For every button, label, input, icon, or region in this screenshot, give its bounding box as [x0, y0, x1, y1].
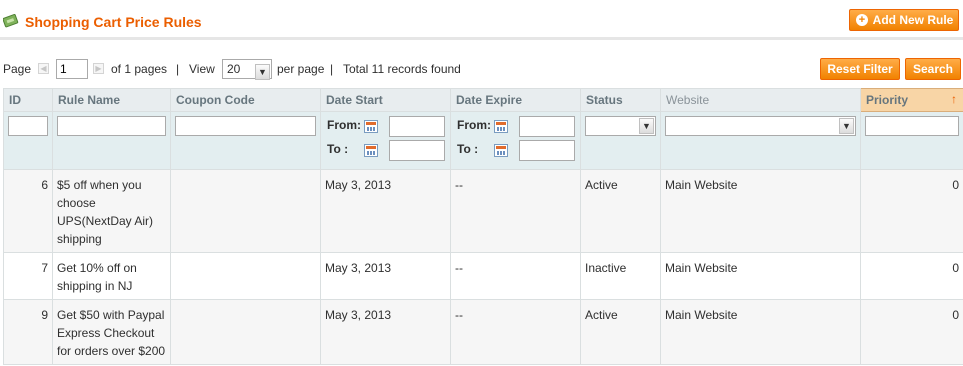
filter-rule-name-input[interactable]: [57, 116, 166, 136]
plus-circle-icon: +: [856, 14, 868, 26]
column-header-status[interactable]: Status: [580, 88, 661, 112]
filter-id-cell: [3, 111, 53, 170]
calendar-icon[interactable]: [494, 120, 508, 133]
table-row[interactable]: 7 Get 10% off on shipping in NJ May 3, 2…: [3, 252, 963, 300]
to-label: To :: [457, 142, 479, 156]
reset-filter-button[interactable]: Reset Filter: [820, 58, 900, 80]
date-expire-from-input[interactable]: [519, 116, 575, 137]
filter-website-cell: ▼: [660, 111, 861, 170]
previous-page-icon[interactable]: ◀: [38, 63, 49, 74]
next-page-icon[interactable]: ▶: [93, 63, 104, 74]
per-page-value: 20: [227, 62, 241, 76]
cell-rule-name: $5 off when you choose UPS(NextDay Air) …: [52, 169, 171, 253]
cell-status: Active: [580, 299, 661, 365]
cell-status: Inactive: [580, 252, 661, 300]
pager: Page ◀ ▶ of 1 pages | View 20 ▼ per page…: [3, 58, 703, 80]
cell-coupon-code: [170, 252, 321, 300]
priority-header-label: Priority: [866, 93, 909, 107]
filter-coupon-code-input[interactable]: [175, 116, 316, 136]
price-rule-icon: [3, 14, 19, 28]
date-expire-to-row: To :: [455, 140, 576, 164]
search-button[interactable]: Search: [905, 58, 961, 80]
cell-date-expire: --: [450, 252, 581, 300]
date-expire-to-input[interactable]: [519, 140, 575, 161]
column-header-coupon-code[interactable]: Coupon Code: [170, 88, 321, 112]
cell-priority: 0: [860, 252, 963, 300]
cell-priority: 0: [860, 299, 963, 365]
per-page-select[interactable]: 20 ▼: [222, 59, 272, 80]
total-records-text: Total 11 records found: [343, 62, 461, 76]
cell-date-start: May 3, 2013: [320, 169, 451, 253]
rules-grid: ID Rule Name Coupon Code Date Start Date…: [3, 88, 963, 365]
chevron-down-icon: ▼: [839, 118, 854, 134]
of-pages-text: of 1 pages: [111, 62, 168, 76]
add-new-rule-button[interactable]: + Add New Rule: [849, 9, 959, 31]
date-start-to-input[interactable]: [389, 140, 445, 161]
add-new-rule-label: Add New Rule: [872, 13, 954, 27]
page-title: Shopping Cart Price Rules: [25, 14, 202, 30]
cell-website: Main Website: [660, 169, 861, 253]
filter-website-select[interactable]: ▼: [665, 116, 856, 136]
date-start-to-row: To :: [325, 140, 446, 164]
filter-priority-input[interactable]: [865, 116, 959, 136]
column-header-date-start[interactable]: Date Start: [320, 88, 451, 112]
cell-website: Main Website: [660, 252, 861, 300]
cell-website: Main Website: [660, 299, 861, 365]
column-header-rule-name[interactable]: Rule Name: [52, 88, 171, 112]
cell-priority: 0: [860, 169, 963, 253]
column-header-id[interactable]: ID: [3, 88, 53, 112]
cell-date-expire: --: [450, 169, 581, 253]
per-page-label: per page: [277, 62, 325, 76]
filter-status-cell: ▼: [580, 111, 661, 170]
filter-date-start-cell: From: To :: [320, 111, 451, 170]
cell-id: 6: [3, 169, 53, 253]
filter-id-input[interactable]: [8, 116, 48, 136]
cell-rule-name: Get $50 with Paypal Express Checkout for…: [52, 299, 171, 365]
table-row[interactable]: 9 Get $50 with Paypal Express Checkout f…: [3, 299, 963, 365]
column-header-website: Website: [660, 88, 861, 112]
filter-rule-name-cell: [52, 111, 171, 170]
from-label: From:: [327, 118, 361, 132]
to-label: To :: [327, 142, 349, 156]
view-label: View: [189, 62, 215, 76]
cell-id: 7: [3, 252, 53, 300]
cell-coupon-code: [170, 299, 321, 365]
pager-separator: |: [176, 62, 180, 76]
cell-rule-name: Get 10% off on shipping in NJ: [52, 252, 171, 300]
filter-status-select[interactable]: ▼: [585, 116, 656, 136]
page-label: Page: [3, 62, 32, 76]
filter-priority-cell: [860, 111, 963, 170]
cell-id: 9: [3, 299, 53, 365]
cell-status: Active: [580, 169, 661, 253]
filter-date-expire-cell: From: To :: [450, 111, 581, 170]
cell-coupon-code: [170, 169, 321, 253]
table-row[interactable]: 6 $5 off when you choose UPS(NextDay Air…: [3, 169, 963, 253]
sort-arrow-up-icon: ↑: [951, 92, 957, 106]
date-expire-from-row: From:: [455, 116, 576, 140]
chevron-down-icon: ▼: [639, 118, 654, 134]
calendar-icon[interactable]: [364, 120, 378, 133]
page-number-input[interactable]: [56, 59, 88, 79]
chevron-down-icon: ▼: [255, 64, 270, 80]
date-start-from-row: From:: [325, 116, 446, 140]
cell-date-expire: --: [450, 299, 581, 365]
pager-separator: |: [330, 62, 334, 76]
calendar-icon[interactable]: [364, 144, 378, 157]
page-header: Shopping Cart Price Rules + Add New Rule: [0, 0, 963, 40]
filter-coupon-code-cell: [170, 111, 321, 170]
calendar-icon[interactable]: [494, 144, 508, 157]
from-label: From:: [457, 118, 491, 132]
column-header-date-expire[interactable]: Date Expire: [450, 88, 581, 112]
cell-date-start: May 3, 2013: [320, 252, 451, 300]
cell-date-start: May 3, 2013: [320, 299, 451, 365]
date-start-from-input[interactable]: [389, 116, 445, 137]
column-header-priority[interactable]: Priority ↑: [860, 88, 963, 112]
